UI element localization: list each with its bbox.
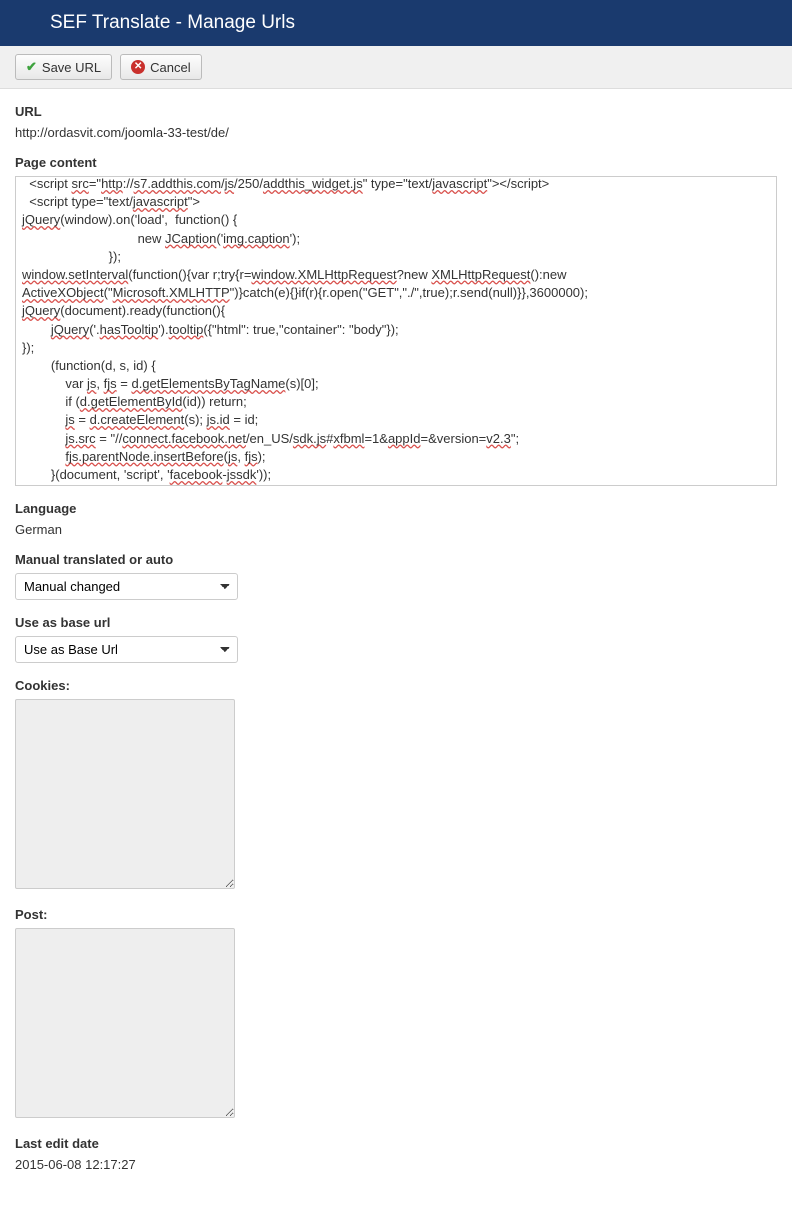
post-label: Post: bbox=[15, 907, 777, 922]
baseurl-select[interactable]: Use as Base Url bbox=[15, 636, 238, 663]
lastedit-value: 2015-06-08 12:17:27 bbox=[15, 1157, 777, 1172]
save-label: Save URL bbox=[42, 60, 101, 75]
cancel-icon: ✕ bbox=[131, 60, 145, 74]
page-content-textarea[interactable]: <script src="http://s7.addthis.com/js/25… bbox=[15, 176, 777, 486]
url-label: URL bbox=[15, 104, 777, 119]
cancel-button[interactable]: ✕ Cancel bbox=[120, 54, 201, 80]
post-textarea[interactable] bbox=[15, 928, 235, 1118]
manual-label: Manual translated or auto bbox=[15, 552, 777, 567]
lastedit-label: Last edit date bbox=[15, 1136, 777, 1151]
page-header: SEF Translate - Manage Urls bbox=[0, 0, 792, 46]
url-value: http://ordasvit.com/joomla-33-test/de/ bbox=[15, 125, 777, 140]
save-button[interactable]: ✔ Save URL bbox=[15, 54, 112, 80]
baseurl-label: Use as base url bbox=[15, 615, 777, 630]
check-icon: ✔ bbox=[26, 59, 37, 75]
cookies-textarea[interactable] bbox=[15, 699, 235, 889]
manual-select[interactable]: Manual changed bbox=[15, 573, 238, 600]
language-label: Language bbox=[15, 501, 777, 516]
cancel-label: Cancel bbox=[150, 60, 190, 75]
page-title: SEF Translate - Manage Urls bbox=[50, 12, 295, 33]
cookies-label: Cookies: bbox=[15, 678, 777, 693]
form-content: URL http://ordasvit.com/joomla-33-test/d… bbox=[0, 89, 792, 1191]
page-content-label: Page content bbox=[15, 155, 777, 170]
toolbar: ✔ Save URL ✕ Cancel bbox=[0, 46, 792, 89]
language-value: German bbox=[15, 522, 777, 537]
